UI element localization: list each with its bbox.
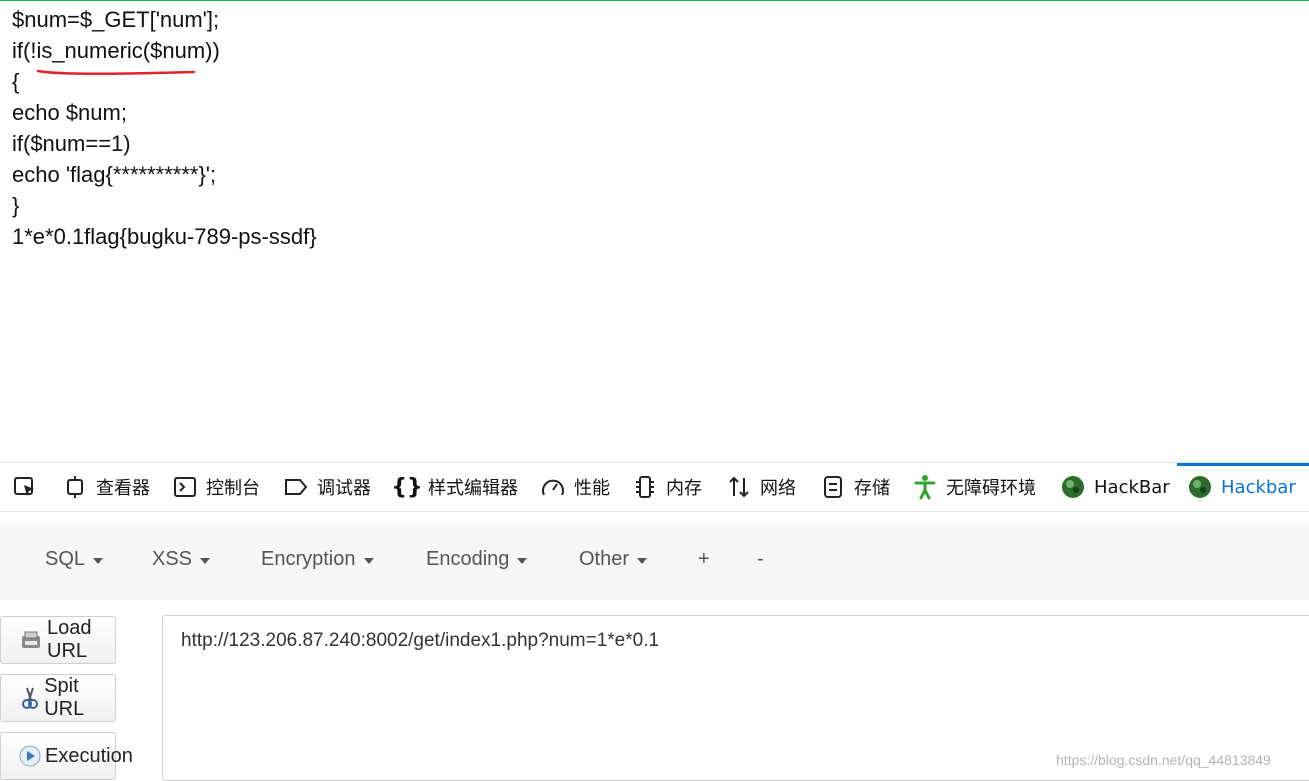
inspector-icon bbox=[62, 474, 88, 500]
tab-label: HackBar bbox=[1094, 476, 1170, 498]
menu-add[interactable]: + bbox=[698, 548, 710, 571]
tab-hackbar-2[interactable]: Hackbar bbox=[1177, 463, 1309, 511]
play-icon bbox=[19, 744, 41, 768]
code-line-5: if($num==1) bbox=[12, 131, 131, 156]
load-url-icon bbox=[19, 628, 43, 652]
tab-performance[interactable]: 性能 bbox=[540, 463, 610, 511]
console-icon bbox=[172, 474, 198, 500]
tab-style-editor[interactable]: {} 样式编辑器 bbox=[391, 463, 518, 511]
tab-network[interactable]: 网络 bbox=[726, 463, 796, 511]
tab-memory[interactable]: 内存 bbox=[632, 463, 702, 511]
code-line-7: } bbox=[12, 193, 20, 218]
hackbar-icon bbox=[1187, 474, 1213, 500]
tab-label: 无障碍环境 bbox=[946, 478, 1036, 499]
menu-label: XSS bbox=[152, 548, 193, 570]
menu-label: - bbox=[757, 548, 764, 570]
tab-label: Hackbar bbox=[1221, 476, 1296, 498]
menu-label: Other bbox=[579, 548, 630, 570]
devtools-toolbar: 查看器 控制台 调试器 {} 样式编辑器 性能 内存 网络 存储 无障碍环境 H… bbox=[0, 462, 1309, 512]
caret-down-icon bbox=[93, 558, 104, 564]
menu-label: Encoding bbox=[426, 548, 510, 570]
tab-label: 网络 bbox=[760, 478, 796, 499]
top-border bbox=[0, 0, 1309, 1]
button-label: Spit URL bbox=[44, 675, 85, 720]
code-line-3: { bbox=[12, 69, 20, 94]
menu-label: + bbox=[698, 548, 710, 570]
performance-icon bbox=[540, 474, 566, 500]
tab-label: 内存 bbox=[666, 478, 702, 499]
code-line-6: echo 'flag{**********}'; bbox=[12, 162, 217, 187]
execution-button[interactable]: Execution bbox=[0, 732, 133, 780]
tab-console[interactable]: 控制台 bbox=[172, 463, 260, 511]
watermark: https://blog.csdn.net/qq_44813849 bbox=[1056, 752, 1271, 768]
load-url-button[interactable]: Load URL bbox=[0, 616, 116, 664]
page-source: $num=$_GET['num']; if(!is_numeric($num))… bbox=[12, 4, 317, 252]
caret-down-icon bbox=[637, 558, 648, 564]
code-line-4: echo $num; bbox=[12, 100, 127, 125]
memory-icon bbox=[632, 474, 658, 500]
menu-sql[interactable]: SQL bbox=[45, 548, 104, 571]
menu-label: SQL bbox=[45, 548, 86, 570]
code-line-2: if(!is_numeric($num)) bbox=[12, 38, 220, 63]
hackbar-menu: SQL XSS Encryption Encoding Other + - bbox=[0, 522, 1309, 600]
split-url-button[interactable]: Spit URL bbox=[0, 674, 116, 722]
tab-storage[interactable]: 存储 bbox=[820, 463, 890, 511]
tab-label: 性能 bbox=[574, 478, 610, 499]
menu-label: Encryption bbox=[261, 548, 356, 570]
tab-label: 存储 bbox=[854, 478, 890, 499]
menu-remove[interactable]: - bbox=[757, 548, 764, 571]
tab-hackbar-1[interactable]: HackBar bbox=[1060, 463, 1170, 511]
tab-label: 样式编辑器 bbox=[428, 478, 518, 499]
storage-icon bbox=[820, 474, 846, 500]
button-label: Execution bbox=[45, 744, 133, 767]
pick-element-icon bbox=[12, 474, 38, 500]
menu-encryption[interactable]: Encryption bbox=[261, 548, 374, 571]
tab-label: 调试器 bbox=[317, 478, 371, 499]
menu-xss[interactable]: XSS bbox=[152, 548, 211, 571]
tab-label: 查看器 bbox=[96, 478, 150, 499]
element-picker-button[interactable] bbox=[12, 463, 38, 511]
caret-down-icon bbox=[200, 558, 211, 564]
button-label: Load URL bbox=[47, 617, 92, 662]
url-value: http://123.206.87.240:8002/get/index1.ph… bbox=[181, 630, 660, 651]
code-line-1: $num=$_GET['num']; bbox=[12, 7, 220, 32]
tab-debugger[interactable]: 调试器 bbox=[283, 463, 371, 511]
menu-encoding[interactable]: Encoding bbox=[426, 548, 528, 571]
style-editor-icon: {} bbox=[391, 474, 423, 500]
caret-down-icon bbox=[517, 558, 528, 564]
caret-down-icon bbox=[363, 558, 374, 564]
debugger-icon bbox=[283, 474, 309, 500]
tab-inspector[interactable]: 查看器 bbox=[62, 463, 150, 511]
tab-accessibility[interactable]: 无障碍环境 bbox=[912, 463, 1036, 511]
code-line-8: 1*e*0.1flag{bugku-789-ps-ssdf} bbox=[12, 224, 317, 249]
network-icon bbox=[726, 474, 752, 500]
hackbar-icon bbox=[1060, 474, 1086, 500]
tab-label: 控制台 bbox=[206, 478, 260, 499]
menu-other[interactable]: Other bbox=[579, 548, 648, 571]
scissors-icon bbox=[19, 686, 40, 710]
accessibility-icon bbox=[912, 474, 938, 500]
